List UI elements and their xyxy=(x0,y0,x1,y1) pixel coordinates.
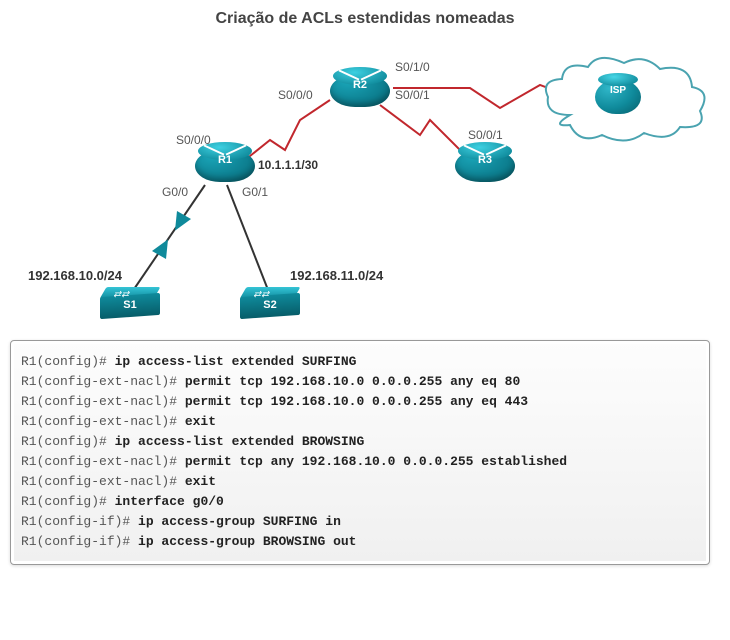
cli-line: R1(config)# ip access-list extended BROW… xyxy=(21,434,699,449)
cli-prompt: R1(config-ext-nacl)# xyxy=(21,414,185,429)
cli-command: ip access-list extended SURFING xyxy=(115,354,357,369)
diagram-canvas: Criação de ACLs estendidas nomeadas R2 R… xyxy=(0,0,730,640)
cli-line: R1(config-ext-nacl)# permit tcp 192.168.… xyxy=(21,394,699,409)
cli-prompt: R1(config-ext-nacl)# xyxy=(21,394,185,409)
cli-prompt: R1(config-if)# xyxy=(21,514,138,529)
router-r3: R3 xyxy=(455,150,515,194)
if-label-r1-g01: G0/1 xyxy=(242,185,268,199)
cli-prompt: R1(config)# xyxy=(21,494,115,509)
switch-s2-label: S2 xyxy=(240,299,300,311)
if-label-r2-s010: S0/1/0 xyxy=(395,60,430,74)
cli-command: exit xyxy=(185,414,216,429)
cli-prompt: R1(config)# xyxy=(21,434,115,449)
router-r1-label: R1 xyxy=(199,154,251,166)
cli-command: permit tcp 192.168.10.0 0.0.0.255 any eq… xyxy=(185,374,520,389)
link-cone-icon xyxy=(152,235,175,259)
cli-command: interface g0/0 xyxy=(115,494,224,509)
addr-net-s1: 192.168.10.0/24 xyxy=(28,268,122,283)
cli-line: R1(config)# ip access-list extended SURF… xyxy=(21,354,699,369)
if-label-r2-s000: S0/0/0 xyxy=(278,88,313,102)
cli-line: R1(config-ext-nacl)# permit tcp any 192.… xyxy=(21,454,699,469)
cli-line: R1(config-if)# ip access-group BROWSING … xyxy=(21,534,699,549)
link-cone-icon xyxy=(168,211,191,235)
addr-r1-r2: 10.1.1.1/30 xyxy=(258,158,318,172)
addr-net-s2: 192.168.11.0/24 xyxy=(290,268,383,283)
isp-node: ISP xyxy=(595,80,641,114)
cli-prompt: R1(config-ext-nacl)# xyxy=(21,454,185,469)
cli-prompt: R1(config-if)# xyxy=(21,534,138,549)
cli-terminal: R1(config)# ip access-list extended SURF… xyxy=(10,340,710,565)
if-label-r3-s001: S0/0/1 xyxy=(468,128,503,142)
cli-command: permit tcp any 192.168.10.0 0.0.0.255 es… xyxy=(185,454,567,469)
if-label-r1-g00: G0/0 xyxy=(162,185,188,199)
switch-s1-label: S1 xyxy=(100,299,160,311)
cli-line: R1(config-ext-nacl)# permit tcp 192.168.… xyxy=(21,374,699,389)
cli-command: ip access-list extended BROWSING xyxy=(115,434,365,449)
cli-command: ip access-group SURFING in xyxy=(138,514,341,529)
router-r2-label: R2 xyxy=(334,79,386,91)
cli-prompt: R1(config)# xyxy=(21,354,115,369)
cli-prompt: R1(config-ext-nacl)# xyxy=(21,374,185,389)
cli-command: permit tcp 192.168.10.0 0.0.0.255 any eq… xyxy=(185,394,528,409)
cli-line: R1(config-ext-nacl)# exit xyxy=(21,414,699,429)
switch-s1: ⇄ ⇄ S1 xyxy=(100,295,160,325)
if-label-r2-s001: S0/0/1 xyxy=(395,88,430,102)
cli-command: exit xyxy=(185,474,216,489)
cli-line: R1(config-if)# ip access-group SURFING i… xyxy=(21,514,699,529)
router-r3-label: R3 xyxy=(459,154,511,166)
page-title: Criação de ACLs estendidas nomeadas xyxy=(0,10,730,28)
isp-label: ISP xyxy=(595,85,641,96)
cli-prompt: R1(config-ext-nacl)# xyxy=(21,474,185,489)
cli-line: R1(config)# interface g0/0 xyxy=(21,494,699,509)
switch-s2: ⇄ ⇄ S2 xyxy=(240,295,300,325)
router-r2: R2 xyxy=(330,75,390,119)
cli-line: R1(config-ext-nacl)# exit xyxy=(21,474,699,489)
cli-command: ip access-group BROWSING out xyxy=(138,534,356,549)
